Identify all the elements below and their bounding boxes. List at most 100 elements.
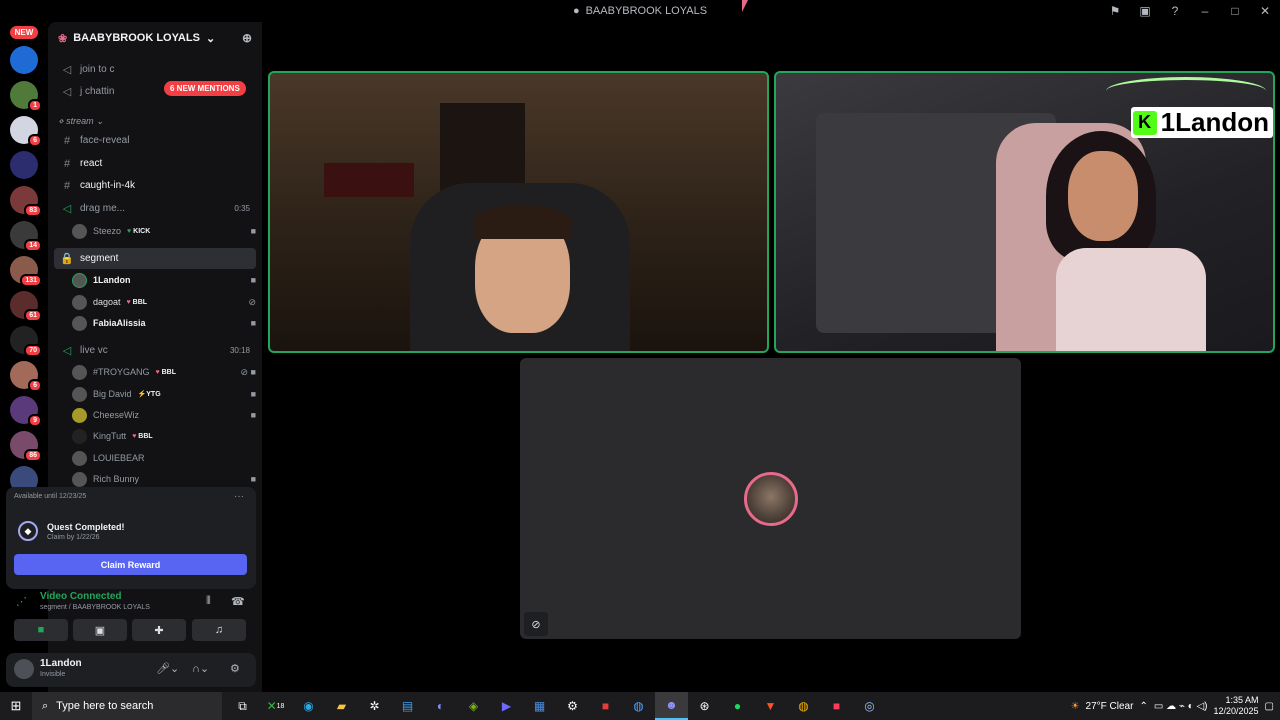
nvidia-icon[interactable]: ◈: [457, 692, 490, 720]
server-icon[interactable]: 131: [10, 256, 42, 287]
claim-reward-button[interactable]: Claim Reward: [14, 554, 247, 575]
microphone-icon[interactable]: 🎤︎⌄: [156, 662, 179, 675]
voice-user[interactable]: Rich Bunny ■: [72, 469, 256, 489]
avatar: [72, 386, 87, 402]
tiktok-app-icon[interactable]: ■: [820, 692, 853, 720]
store-icon[interactable]: ▤: [391, 692, 424, 720]
new-badge[interactable]: NEW: [9, 26, 39, 39]
voice-user[interactable]: Big David ⚡YTG ■: [72, 384, 256, 404]
guild-icon: ❀: [58, 32, 68, 45]
avatar[interactable]: [14, 659, 34, 679]
soundboard-button[interactable]: ♫: [192, 619, 246, 641]
maximize-button[interactable]: □: [1220, 0, 1250, 22]
avatar: [72, 223, 87, 239]
chrome-icon[interactable]: ◍: [787, 692, 820, 720]
headphones-icon[interactable]: ∩⌄: [192, 662, 209, 675]
screen-share-button[interactable]: ▣: [73, 619, 127, 641]
add-member-icon[interactable]: ⊕: [242, 31, 252, 45]
github-icon[interactable]: ⊛: [688, 692, 721, 720]
chevron-down-icon: ⌄: [205, 32, 216, 45]
voice-channel-drag-me[interactable]: ◁ drag me... 0:35: [54, 198, 256, 219]
video-tile-1[interactable]: [268, 71, 769, 353]
screen-icon[interactable]: ▣: [1130, 0, 1160, 22]
tray-icons[interactable]: ▭ ☁ ⌁ ◐ ◁): [1154, 701, 1208, 712]
heart-icon: ♥: [132, 432, 137, 440]
inbox-icon[interactable]: ⚑: [1100, 0, 1130, 22]
brave-icon[interactable]: ▼: [754, 692, 787, 720]
chrome-icon[interactable]: ◍: [622, 692, 655, 720]
voice-user[interactable]: 1Landon ■: [72, 270, 256, 290]
server-icon[interactable]: 6: [10, 361, 42, 392]
video-tile-3[interactable]: ⊘: [520, 358, 1021, 639]
muted-icon: ⊘: [524, 612, 548, 636]
avatar: [72, 428, 87, 444]
server-icon[interactable]: 70: [10, 326, 42, 357]
unread-badge: 61: [24, 309, 42, 322]
edge-icon[interactable]: ◉: [292, 692, 325, 720]
voice-channel-live-vc[interactable]: ◁ live vc 30:18: [54, 340, 256, 361]
more-options-icon[interactable]: ···: [234, 491, 244, 502]
app-red-icon[interactable]: ■: [589, 692, 622, 720]
discord-window: ● BAABYBROOK LOYALS ⚑ ▣ ? – □ ✕ NEW 1 6 83…: [0, 0, 1280, 692]
spotify-icon[interactable]: ●: [721, 692, 754, 720]
signal-icon[interactable]: ⋰: [16, 595, 27, 608]
minimize-button[interactable]: –: [1190, 0, 1220, 22]
help-icon[interactable]: ?: [1160, 0, 1190, 22]
voice-user[interactable]: KingTutt ♥ BBL: [72, 426, 256, 446]
task-view-icon[interactable]: ⧉: [226, 692, 259, 720]
server-icon[interactable]: 61: [10, 291, 42, 322]
disconnect-icon[interactable]: ☎: [231, 595, 245, 608]
server-icon[interactable]: [10, 151, 38, 179]
player-icon[interactable]: ▶: [490, 692, 523, 720]
voice-user[interactable]: Steezo ♥ KICK ■: [72, 221, 256, 241]
camera-button[interactable]: ■: [14, 619, 68, 641]
channel-caught-in-4k[interactable]: # caught-in-4k: [54, 175, 256, 196]
soundboard-icon: ♫: [214, 624, 224, 636]
channel-join-to-c[interactable]: ◁ join to c: [54, 59, 256, 80]
server-icon[interactable]: 9: [10, 396, 42, 427]
voice-status-panel: ⋰ Video Connected segment / BAABYBROOK L…: [6, 589, 256, 649]
noise-suppression-icon[interactable]: ⦀: [206, 595, 211, 608]
activities-button[interactable]: ✚: [132, 619, 186, 641]
media-icon[interactable]: ◐: [424, 692, 457, 720]
settings-app-icon[interactable]: ✲: [358, 692, 391, 720]
hash-icon: #: [63, 157, 71, 170]
voice-user[interactable]: CheeseWiz ■: [72, 405, 256, 425]
gear-icon[interactable]: ⚙: [230, 662, 240, 675]
voice-user[interactable]: FabiaAlissia ■: [72, 313, 256, 333]
server-icon[interactable]: 1: [10, 81, 42, 112]
server-icon[interactable]: 83: [10, 186, 42, 217]
voice-user[interactable]: #TROYGANG ♥ BBL ⊘ ■: [72, 362, 256, 382]
avatar: [72, 272, 87, 288]
chevron-up-icon[interactable]: ⌃: [1139, 701, 1147, 712]
clock[interactable]: 1:35 AM 12/20/2025: [1214, 695, 1259, 717]
deafened-icon: ⊘: [248, 296, 256, 307]
server-icon[interactable]: 6: [10, 116, 42, 147]
discord-app-icon[interactable]: ☻: [655, 692, 688, 720]
windows-start-icon[interactable]: ⊞: [0, 692, 32, 720]
server-icon[interactable]: [10, 46, 38, 74]
guild-header[interactable]: ❀ BAABYBROOK LOYALS ⌄ ⊕: [48, 22, 262, 54]
channel-j-chattin[interactable]: ◁ j chattin: [54, 81, 256, 102]
channel-face-reveal[interactable]: # face-reveal: [54, 130, 256, 151]
voice-channel-segment[interactable]: 🔒 segment: [54, 248, 256, 269]
taskbar-search[interactable]: ⌕ Type here to search: [32, 692, 222, 720]
server-icon[interactable]: 14: [10, 221, 42, 252]
deafened-icon: ⊘ ■: [240, 366, 256, 377]
unread-badge: 6: [28, 379, 42, 392]
file-explorer-icon[interactable]: ▰: [325, 692, 358, 720]
voice-user[interactable]: LOUIEBEAR: [72, 448, 256, 468]
steam-icon[interactable]: ◎: [853, 692, 886, 720]
video-tile-2[interactable]: K 1Landon: [774, 71, 1275, 353]
category-stream[interactable]: ⋄ stream ⌄: [58, 116, 104, 127]
kick-logo-icon: K: [1132, 110, 1157, 135]
server-icon[interactable]: 86: [10, 431, 42, 462]
channel-react[interactable]: # react: [54, 153, 256, 174]
lock-icon: 🔒: [60, 253, 74, 265]
gear-icon[interactable]: ⚙: [556, 692, 589, 720]
xbox-icon[interactable]: ✕ 18: [259, 692, 292, 720]
voice-user[interactable]: dagoat ♥ BBL ⊘: [72, 292, 256, 312]
close-button[interactable]: ✕: [1250, 0, 1280, 22]
calculator-icon[interactable]: ▦: [523, 692, 556, 720]
notification-icon[interactable]: ▢: [1265, 701, 1274, 712]
